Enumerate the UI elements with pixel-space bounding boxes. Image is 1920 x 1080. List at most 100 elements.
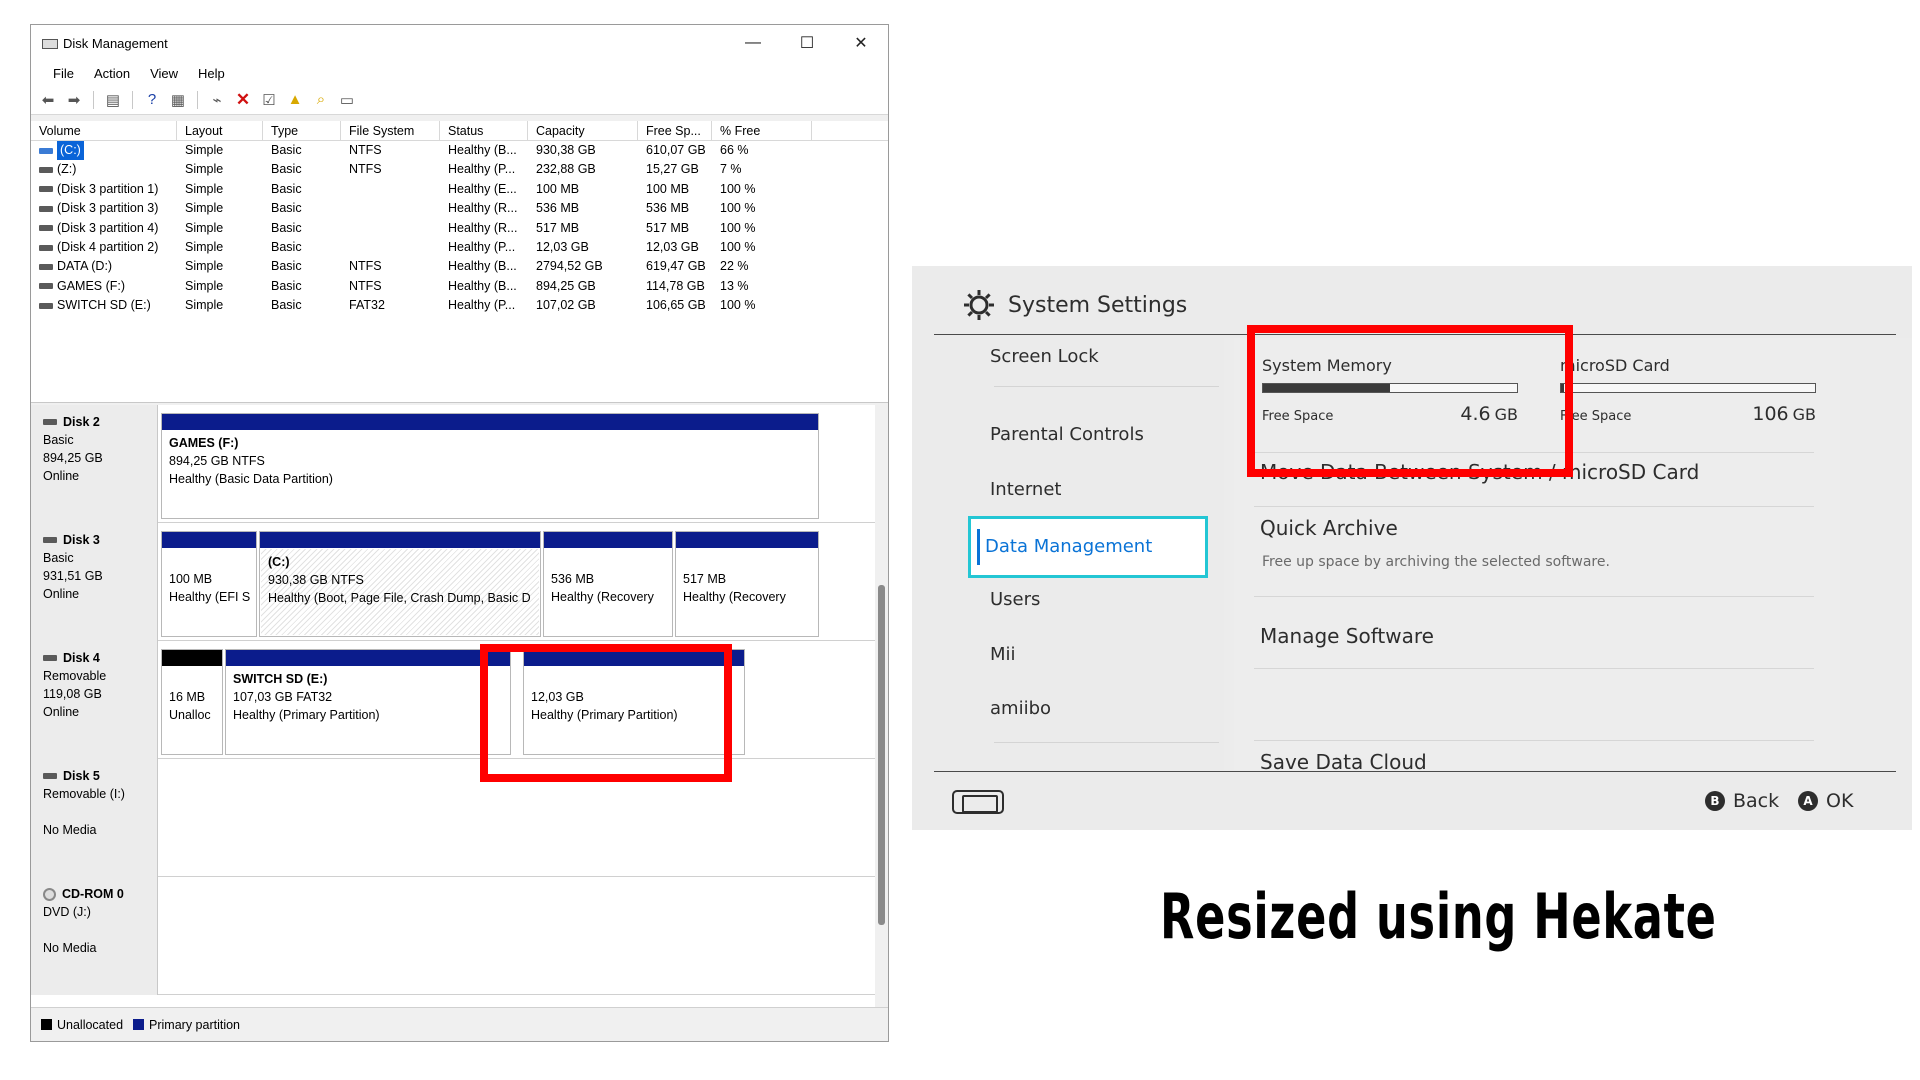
- column-percent-free[interactable]: % Free: [712, 121, 812, 140]
- volume-row[interactable]: (Z:) Simple Basic NTFS Healthy (P... 232,88 G…: [31, 160, 888, 179]
- disk-row-disk-3[interactable]: Disk 3 Basic 931,51 GB Online 100 MB Hea…: [31, 523, 875, 641]
- divider: [1254, 740, 1814, 741]
- back-arrow-icon[interactable]: ⬅: [37, 89, 59, 111]
- list-icon[interactable]: ▭: [336, 89, 358, 111]
- scrollbar-thumb[interactable]: [878, 585, 885, 925]
- partition-size: 930,38 GB NTFS: [268, 573, 364, 587]
- volume-pct-cell: 100 %: [720, 239, 756, 254]
- disk-row-disk-2[interactable]: Disk 2 Basic 894,25 GB Online GAMES (F:)…: [31, 405, 875, 523]
- volume-row[interactable]: GAMES (F:) Simple Basic NTFS Healthy (B... 89…: [31, 277, 888, 296]
- volume-row[interactable]: SWITCH SD (E:) Simple Basic FAT32 Healthy (P…: [31, 296, 888, 315]
- volume-row[interactable]: (Disk 3 partition 4) Simple Basic Healthy (…: [31, 219, 888, 238]
- manage-software-item[interactable]: Manage Software: [1248, 624, 1808, 648]
- partition-games[interactable]: GAMES (F:) 894,25 GB NTFS Healthy (Basic…: [161, 413, 819, 519]
- search-folder-icon[interactable]: ⌕: [310, 89, 332, 111]
- free-space-amount: 106: [1752, 403, 1789, 425]
- nav-screen-lock[interactable]: Screen Lock: [974, 346, 1204, 367]
- caption: Resized using Hekate: [1160, 880, 1717, 953]
- volume-name: (Z:): [57, 162, 77, 177]
- disk-row-disk-5[interactable]: Disk 5 Removable (I:) No Media: [31, 759, 875, 877]
- volume-status-cell: Healthy (B...: [448, 143, 517, 157]
- unallocated-bar: [162, 650, 222, 666]
- disk-map: Disk 2 Basic 894,25 GB Online GAMES (F:)…: [31, 405, 875, 1009]
- column-volume[interactable]: Volume: [31, 121, 177, 140]
- nav-data-management[interactable]: Data Management: [968, 516, 1208, 578]
- menu-file[interactable]: File: [43, 66, 84, 81]
- disk-info[interactable]: Disk 5 Removable (I:) No Media: [31, 759, 158, 877]
- volume-row[interactable]: (C:) Simple Basic NTFS Healthy (B... 930,38 G…: [31, 141, 888, 161]
- column-free-space[interactable]: Free Sp...: [638, 121, 712, 140]
- menu-help[interactable]: Help: [188, 66, 235, 81]
- properties-icon[interactable]: ▦: [167, 89, 189, 111]
- disk-info[interactable]: Disk 3 Basic 931,51 GB Online: [31, 523, 158, 641]
- ok-label: OK: [1826, 790, 1854, 812]
- menu-view[interactable]: View: [140, 66, 188, 81]
- quick-archive-item[interactable]: Quick Archive: [1248, 516, 1808, 540]
- disk-size: 931,51 GB: [43, 569, 103, 583]
- nav-internet[interactable]: Internet: [974, 479, 1204, 500]
- disk-map-scrollbar[interactable]: [875, 405, 888, 1009]
- back-button[interactable]: B Back: [1705, 790, 1779, 812]
- volume-fs-cell: FAT32: [349, 298, 385, 313]
- volume-row[interactable]: DATA (D:) Simple Basic NTFS Healthy (B... 279…: [31, 257, 888, 276]
- disk-info[interactable]: Disk 2 Basic 894,25 GB Online: [31, 405, 158, 523]
- partition-status: Healthy (Boot, Page File, Crash Dump, Ba…: [268, 591, 531, 605]
- save-data-cloud-item[interactable]: Save Data Cloud: [1248, 750, 1808, 770]
- column-file-system[interactable]: File System: [341, 121, 440, 140]
- partition-recovery-1[interactable]: 536 MB Healthy (Recovery: [543, 531, 673, 637]
- partition-unallocated[interactable]: 16 MB Unalloc: [161, 649, 223, 755]
- partition-size: 517 MB: [683, 572, 727, 586]
- partition-recovery-2[interactable]: 517 MB Healthy (Recovery: [675, 531, 819, 637]
- column-status[interactable]: Status: [440, 121, 528, 140]
- check-icon[interactable]: ☑: [258, 89, 280, 111]
- maximize-button[interactable]: ☐: [780, 25, 834, 61]
- close-button[interactable]: ✕: [834, 25, 888, 61]
- ok-button[interactable]: A OK: [1798, 790, 1853, 812]
- volume-list-header: Volume Layout Type File System Status Ca…: [31, 121, 888, 141]
- disk-type: Basic: [43, 433, 74, 447]
- volume-layout-cell: Simple: [185, 259, 224, 274]
- folder-up-icon[interactable]: ▲: [284, 89, 306, 111]
- drive-icon: [39, 205, 53, 212]
- nav-amiibo[interactable]: amiibo: [974, 698, 1204, 719]
- volume-layout-cell: Simple: [185, 201, 224, 216]
- volume-status-cell: Healthy (P...: [448, 298, 516, 313]
- disk-row-disk-4[interactable]: Disk 4 Removable 119,08 GB Online 16 MB …: [31, 641, 875, 759]
- column-type[interactable]: Type: [263, 121, 341, 140]
- drive-icon: [43, 537, 57, 543]
- forward-arrow-icon[interactable]: ➡: [63, 89, 85, 111]
- volume-name: GAMES (F:): [57, 278, 126, 293]
- divider: [1254, 506, 1814, 507]
- column-layout[interactable]: Layout: [177, 121, 263, 140]
- nav-mii[interactable]: Mii: [974, 644, 1204, 665]
- minimize-button[interactable]: —: [726, 25, 780, 61]
- delete-icon[interactable]: ✕: [232, 89, 254, 111]
- volume-row[interactable]: (Disk 3 partition 1) Simple Basic Healthy (…: [31, 180, 888, 199]
- nav-parental-controls[interactable]: Parental Controls: [974, 424, 1204, 445]
- volume-layout-cell: Simple: [185, 239, 224, 254]
- volume-row[interactable]: (Disk 4 partition 2) Simple Basic Healthy (…: [31, 238, 888, 257]
- disk-name: Disk 4: [63, 651, 100, 665]
- drive-icon: [43, 655, 57, 661]
- disk-info[interactable]: Disk 4 Removable 119,08 GB Online: [31, 641, 158, 759]
- disk-info[interactable]: CD-ROM 0 DVD (J:) No Media: [31, 877, 158, 995]
- partition-switch-sd[interactable]: SWITCH SD (E:) 107,03 GB FAT32 Healthy (…: [225, 649, 511, 755]
- partition-size: 107,03 GB FAT32: [233, 690, 333, 704]
- volume-row[interactable]: (Disk 3 partition 3) Simple Basic Healthy (…: [31, 199, 888, 218]
- menu-action[interactable]: Action: [84, 66, 140, 81]
- help-icon[interactable]: ?: [141, 89, 163, 111]
- volume-capacity-cell: 232,88 GB: [536, 162, 596, 177]
- volume-name: (Disk 3 partition 1): [57, 181, 159, 196]
- disk-row-cdrom-0[interactable]: CD-ROM 0 DVD (J:) No Media: [31, 877, 875, 995]
- nav-users[interactable]: Users: [974, 589, 1204, 610]
- partition-efi[interactable]: 100 MB Healthy (EFI S: [161, 531, 257, 637]
- partition-c[interactable]: (C:) 930,38 GB NTFS Healthy (Boot, Page …: [259, 531, 541, 637]
- connect-icon[interactable]: ⌁: [206, 89, 228, 111]
- primary-partition-bar: [226, 650, 510, 666]
- volume-name-cell: (Disk 3 partition 3): [31, 199, 177, 218]
- volume-capacity-cell: 930,38 GB: [536, 143, 596, 157]
- drive-icon: [39, 244, 53, 251]
- legend-primary: Primary partition: [149, 1017, 241, 1032]
- console-tree-icon[interactable]: ▤: [102, 89, 124, 111]
- column-capacity[interactable]: Capacity: [528, 121, 638, 140]
